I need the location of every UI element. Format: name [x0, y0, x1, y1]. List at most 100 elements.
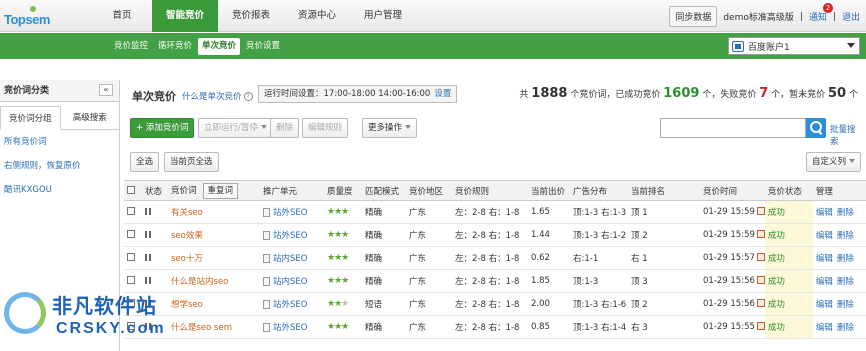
delete-button[interactable]: 删除: [270, 118, 300, 138]
pause-icon[interactable]: [145, 277, 151, 284]
more-actions-button[interactable]: 更多操作: [362, 118, 418, 138]
sync-data-button[interactable]: 同步数据: [669, 6, 718, 27]
nav-home[interactable]: 首页: [92, 0, 152, 32]
chart-icon[interactable]: [756, 322, 765, 330]
ad-distribution: 右:1-1: [570, 246, 628, 270]
chart-icon[interactable]: [756, 299, 765, 307]
nav-user-management[interactable]: 用户管理: [350, 0, 416, 32]
row-checkbox[interactable]: [127, 276, 135, 284]
unit-link[interactable]: 站外SEO: [273, 323, 307, 333]
main-nav: 首页 智能竞价 竞价报表 资源中心 用户管理: [92, 0, 416, 32]
edit-link[interactable]: 编辑: [816, 208, 833, 218]
row-checkbox[interactable]: [127, 322, 135, 330]
notice-link-wrap[interactable]: 通知 2: [809, 3, 833, 23]
subnav-loop-bidding[interactable]: 循环竞价: [154, 38, 196, 55]
repeat-words-button[interactable]: 重复词: [202, 182, 239, 199]
collapse-icon[interactable]: «: [99, 84, 113, 96]
unit-link[interactable]: 站内SEO: [273, 254, 307, 264]
keyword-table: 状态 竞价词 重复词 推广单元 质量度 匹配模式 竞价地区 竞价规则 当前出价 广…: [124, 180, 866, 339]
keyword-link[interactable]: 什么是站内seo: [171, 277, 228, 287]
row-checkbox[interactable]: [127, 299, 135, 307]
row-checkbox[interactable]: [127, 253, 135, 261]
bid-rule: 左：2-8 右：1-8: [452, 223, 528, 247]
unit-link[interactable]: 站外SEO: [273, 208, 307, 218]
match-mode: 精确: [362, 223, 406, 247]
bid-stats: 共 1888 个竞价词，已成功竞价 1609 个，失败竞价 7 个，暂未竞价 5…: [519, 86, 858, 101]
edit-link[interactable]: 编辑: [816, 277, 833, 287]
batch-search-link[interactable]: 批量搜索: [830, 123, 860, 147]
baidu-icon: [732, 40, 744, 52]
logout-link[interactable]: 退出: [842, 10, 860, 23]
edit-link[interactable]: 编辑: [816, 231, 833, 241]
current-rank: 顶 2: [628, 223, 700, 247]
unit-link[interactable]: 站外SEO: [273, 231, 307, 241]
chart-icon[interactable]: [756, 207, 765, 215]
notice-link[interactable]: 通知: [809, 13, 827, 23]
delete-link[interactable]: 删除: [837, 323, 854, 333]
delete-link[interactable]: 删除: [837, 300, 854, 310]
header-checkbox[interactable]: [127, 185, 135, 194]
match-mode: 精确: [362, 269, 406, 293]
tab-advanced-search[interactable]: 高级搜索: [61, 106, 120, 129]
unit-link[interactable]: 站外SEO: [273, 300, 307, 310]
run-time-setting: 运行时间设置：17:00-18:00 14:00-16:00 设置: [258, 85, 458, 103]
chart-icon[interactable]: [756, 253, 765, 261]
col-status: 状态: [142, 180, 168, 201]
run-pause-button[interactable]: 立即运行/暂停: [198, 118, 273, 138]
keyword-link[interactable]: 有关seo: [171, 208, 203, 218]
unit-link[interactable]: 站内SEO: [273, 277, 307, 287]
what-is-single-bidding-link[interactable]: 什么是单次竞价?: [182, 90, 253, 102]
topsem-logo[interactable]: Topsem: [4, 6, 52, 28]
subnav-bid-monitor[interactable]: 竞价监控: [110, 38, 152, 55]
pause-icon[interactable]: [145, 231, 151, 238]
sidebar: 竞价词分类 « 竞价词分组 高级搜索 所有竞价词 右侧规则，恢复原价 酷讯KXG…: [0, 80, 120, 351]
sidebar-link-kxgou[interactable]: 酷讯KXGOU: [0, 178, 119, 202]
keyword-link[interactable]: 什么是seo sem: [171, 323, 232, 333]
col-rule: 竞价规则: [452, 180, 528, 201]
nav-resource-center[interactable]: 资源中心: [284, 0, 350, 32]
ad-distribution: 顶:1-3 右:1-3: [570, 200, 628, 224]
subnav-single-bidding[interactable]: 单次竞价: [198, 38, 241, 55]
col-dist: 广告分布: [570, 180, 628, 201]
ad-distribution: 顶:1-3 右:1-2: [570, 223, 628, 247]
delete-link[interactable]: 删除: [837, 231, 854, 241]
chart-icon[interactable]: [756, 230, 765, 238]
sidebar-link-all-keywords[interactable]: 所有竞价词: [0, 130, 119, 154]
account-select[interactable]: 百度账户1: [728, 37, 860, 55]
pause-icon[interactable]: [145, 300, 151, 307]
bid-time: 01-29 15:59: [703, 230, 755, 240]
keyword-link[interactable]: seo效果: [171, 231, 203, 241]
add-keyword-button[interactable]: + 添加竞价词: [130, 118, 195, 138]
search-icon[interactable]: [806, 118, 826, 138]
account-select-value: 百度账户1: [748, 42, 790, 53]
pause-icon[interactable]: [145, 323, 151, 330]
delete-link[interactable]: 删除: [837, 208, 854, 218]
tab-keyword-groups[interactable]: 竞价词分组: [0, 106, 61, 130]
edit-link[interactable]: 编辑: [816, 254, 833, 264]
current-rank: 顶 1: [628, 200, 700, 224]
select-all-button[interactable]: 全选: [130, 152, 160, 172]
select-page-button[interactable]: 当前页全选: [164, 152, 219, 172]
delete-link[interactable]: 删除: [837, 254, 854, 264]
document-icon: [263, 231, 270, 240]
row-checkbox[interactable]: [127, 230, 135, 238]
document-icon: [263, 277, 270, 286]
custom-columns-button[interactable]: 自定义列: [806, 152, 862, 172]
search-input[interactable]: [660, 118, 806, 138]
nav-smart-bidding[interactable]: 智能竞价: [152, 0, 218, 32]
pause-icon[interactable]: [145, 208, 151, 215]
time-setting-link[interactable]: 设置: [434, 89, 451, 99]
edit-link[interactable]: 编辑: [816, 323, 833, 333]
subnav-bid-settings[interactable]: 竞价设置: [242, 38, 284, 55]
edit-link[interactable]: 编辑: [816, 300, 833, 310]
pause-icon[interactable]: [145, 254, 151, 261]
row-checkbox[interactable]: [127, 207, 135, 215]
keyword-link[interactable]: 想学seo: [171, 300, 203, 310]
keyword-link[interactable]: seo十万: [171, 254, 203, 264]
nav-bid-reports[interactable]: 竞价报表: [218, 0, 284, 32]
sidebar-link-right-rule[interactable]: 右侧规则，恢复原价: [0, 154, 119, 178]
edit-rule-button[interactable]: 编辑规则: [302, 118, 349, 138]
chart-icon[interactable]: [756, 276, 765, 284]
delete-link[interactable]: 删除: [837, 277, 854, 287]
success-count: 1609: [663, 86, 700, 101]
